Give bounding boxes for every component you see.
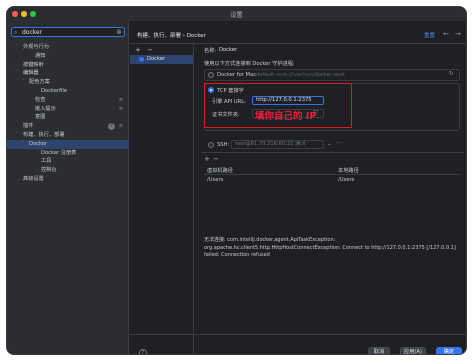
- back-arrow-icon[interactable]: ←: [443, 30, 449, 38]
- ssh-config-input[interactable]: root@61.70.216.60:22 通讯: [231, 140, 324, 149]
- sidebar-item-label: 通知: [35, 52, 46, 59]
- sidebar-item[interactable]: ˅ 外观与行为: [7, 43, 129, 52]
- sidebar-item-label: 高级设置: [23, 175, 44, 182]
- name-field[interactable]: Docker: [219, 47, 237, 53]
- sidebar-item-label: 意图: [35, 114, 46, 121]
- docker-for-mac-radio[interactable]: [208, 72, 214, 78]
- vm-path-header: 虚拟机路径: [207, 168, 233, 174]
- add-connection-button[interactable]: +: [135, 46, 141, 54]
- search-icon: ⌕: [14, 29, 18, 36]
- breadcrumb: 构建、执行、部署 › Docker: [137, 33, 206, 39]
- sidebar-item-label: Docker: [29, 140, 48, 147]
- sidebar-item-label: 嵌入提示: [35, 105, 56, 112]
- docker-for-mac-label: Docker for Mac: [217, 72, 257, 78]
- sidebar-item-label: Dockerfile: [41, 87, 68, 94]
- refresh-icon[interactable]: ↻: [449, 71, 454, 77]
- connection-error-message: 无法连接: com.intellij.docker.agent.ApiTaskE…: [204, 237, 456, 258]
- sidebar-item-label: Docker 注册表: [41, 149, 77, 156]
- sidebar-item[interactable]: 嵌入提示 ≡: [7, 105, 129, 114]
- sidebar-item[interactable]: ˅ 配色方案: [7, 78, 129, 87]
- ssh-radio[interactable]: [208, 142, 214, 148]
- title-bar: 设置: [7, 7, 466, 21]
- settings-sidebar: ⌕ docker ⊗ ˅ 外观与行为 通知 按键映射 ˅ 编辑器 ˅ 配色方案 Dockerfi…: [7, 21, 129, 354]
- apply-button[interactable]: 应用(A): [400, 347, 426, 354]
- sidebar-item-label: 检查: [35, 96, 46, 103]
- section-divider: [202, 152, 464, 153]
- vm-path-cell[interactable]: /Users: [207, 177, 223, 183]
- search-field[interactable]: ⌕ docker ⊗: [11, 27, 125, 37]
- local-path-cell[interactable]: /Users: [338, 177, 354, 183]
- settings-window: 设置 ⌕ docker ⊗ ˅ 外观与行为 通知 按键映射 ˅ 编辑器 ˅ 配色方案 Docke…: [6, 6, 467, 355]
- clear-search-icon[interactable]: ⊗: [116, 28, 122, 36]
- chevron-down-icon[interactable]: ˅: [22, 140, 24, 149]
- project-settings-icon: ≡: [118, 123, 123, 130]
- ssh-dropdown-icon[interactable]: ⌄: [327, 141, 332, 147]
- footer-divider: [130, 334, 466, 335]
- sidebar-item[interactable]: ˅ 构建、执行、部署: [7, 131, 129, 140]
- sidebar-item[interactable]: 工具: [7, 157, 129, 166]
- sidebar-item[interactable]: Docker 注册表: [7, 149, 129, 158]
- table-header-divider: [204, 174, 460, 175]
- sidebar-item-label: 插件: [23, 123, 34, 130]
- sidebar-item[interactable]: 高级设置: [7, 175, 129, 184]
- project-settings-icon: ≡: [118, 105, 123, 112]
- connect-via-label: 使用以下方式连接到 Docker 守护进程:: [204, 61, 295, 67]
- ok-button[interactable]: 确定: [436, 347, 462, 354]
- list-toolbar: + −: [135, 46, 153, 54]
- add-mapping-button[interactable]: +: [204, 155, 210, 163]
- project-settings-icon: ≡: [118, 96, 123, 103]
- sidebar-item-label: 构建、执行、部署: [23, 131, 65, 138]
- window-title: 设置: [230, 12, 243, 19]
- sidebar-item[interactable]: 控制台: [7, 166, 129, 175]
- sidebar-item-label: 控制台: [41, 167, 57, 174]
- sidebar-item-label: 编辑器: [23, 70, 39, 77]
- sidebar-item[interactable]: 检查 ≡: [7, 96, 129, 105]
- sidebar-item-label: 外观与行为: [23, 44, 49, 50]
- chevron-down-icon[interactable]: ˅: [15, 69, 17, 78]
- sidebar-item[interactable]: ˅ Docker: [7, 139, 129, 149]
- sidebar-item[interactable]: 通知: [7, 52, 129, 61]
- sidebar-item[interactable]: 意图: [7, 113, 129, 122]
- forward-arrow-icon[interactable]: →: [455, 30, 461, 38]
- docker-detail-panel: 名称: Docker 使用以下方式连接到 Docker 守护进程: Docker…: [202, 44, 464, 354]
- ssh-label: SSH:: [217, 142, 230, 148]
- sidebar-item[interactable]: 插件? ≡: [7, 122, 129, 131]
- annotation-highlight-box: [204, 83, 352, 128]
- settings-main: 构建、执行、部署 › Docker 重置 ← → + − Docker 名称: …: [130, 21, 466, 354]
- name-label: 名称:: [204, 48, 217, 54]
- list-item-label: Docker: [147, 56, 166, 62]
- settings-tree: ˅ 外观与行为 通知 按键映射 ˅ 编辑器 ˅ 配色方案 Dockerfile 检查 ≡ 嵌入提示 ≡ 意…: [7, 43, 129, 184]
- sidebar-item[interactable]: 按键映射: [7, 61, 129, 70]
- list-item-docker[interactable]: Docker: [130, 55, 193, 64]
- docker-connection-icon: [139, 57, 144, 62]
- help-button[interactable]: ?: [139, 349, 147, 354]
- help-icon[interactable]: ?: [108, 123, 115, 131]
- search-input[interactable]: docker: [22, 29, 42, 36]
- sidebar-item[interactable]: ˅ 编辑器: [7, 69, 129, 78]
- reset-link[interactable]: 重置: [424, 31, 435, 39]
- docker-connection-list: + − Docker: [130, 44, 194, 354]
- cancel-button[interactable]: 取消: [368, 347, 390, 354]
- remove-mapping-button[interactable]: −: [213, 155, 219, 163]
- local-path-header: 本地路径: [338, 168, 359, 174]
- sidebar-item[interactable]: Dockerfile: [7, 87, 129, 96]
- sidebar-item-label: 按键映射: [23, 61, 44, 68]
- chevron-down-icon[interactable]: ˅: [15, 43, 17, 52]
- docker-socket-path: default unix:///var/run/docker.sock: [256, 72, 345, 78]
- sidebar-item-label: 工具: [41, 158, 52, 165]
- chevron-down-icon[interactable]: ˅: [15, 131, 17, 140]
- ssh-more-icon[interactable]: ⋯: [336, 140, 342, 146]
- remove-connection-button[interactable]: −: [147, 46, 153, 54]
- sidebar-item-label: 配色方案: [29, 79, 50, 86]
- chevron-down-icon[interactable]: ˅: [22, 78, 24, 87]
